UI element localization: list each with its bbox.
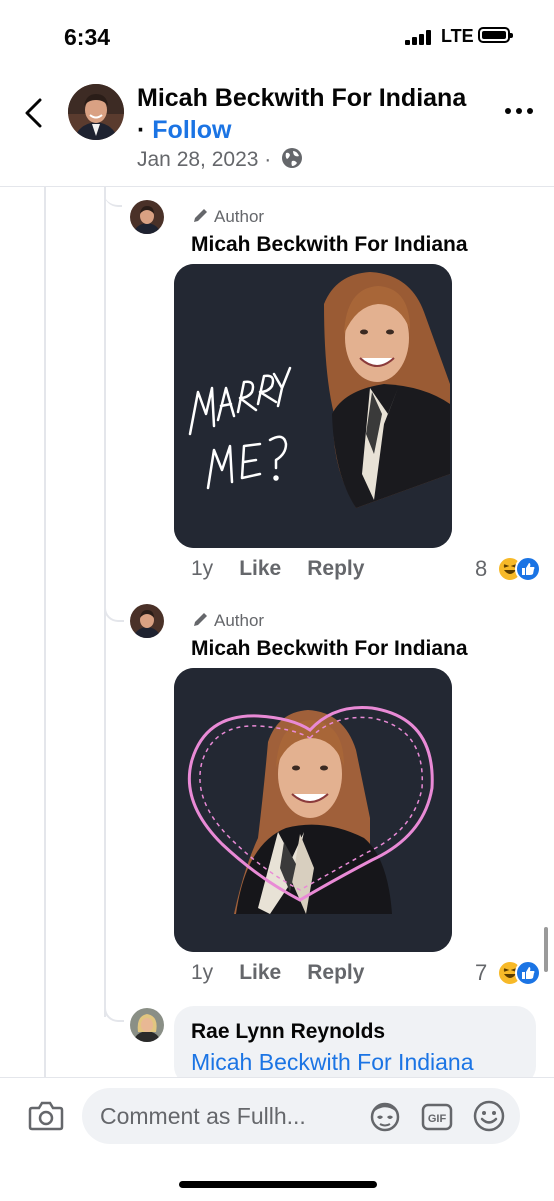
author-badge-label: Author [214, 207, 265, 226]
comment-image[interactable] [174, 264, 452, 548]
more-options-button[interactable] [505, 108, 535, 116]
author-badge-label: Author [214, 611, 265, 630]
comment-author[interactable]: Micah Beckwith For Indiana [191, 637, 468, 661]
like-reaction-icon [515, 556, 541, 582]
like-button[interactable]: Like [239, 961, 281, 984]
date-separator: · [264, 148, 272, 171]
gif-icon[interactable]: GIF [420, 1100, 454, 1134]
status-bar: 6:34 LTE [0, 0, 554, 74]
reaction-icons[interactable] [497, 556, 541, 582]
separator-dot: · [137, 116, 146, 144]
scrollbar[interactable] [544, 927, 548, 972]
reaction-icons[interactable] [497, 960, 541, 986]
comment-avatar[interactable] [130, 604, 164, 638]
comment-avatar[interactable] [130, 1008, 164, 1042]
comment-age: 1y [191, 557, 214, 580]
comment-age: 1y [191, 961, 214, 984]
page-name[interactable]: Micah Beckwith For Indiana [137, 84, 466, 112]
pencil-icon [194, 613, 207, 626]
page-avatar[interactable] [68, 84, 124, 140]
comment-actions: 1y Like Reply [191, 557, 364, 581]
network-label: LTE [441, 26, 474, 46]
comment-actions: 1y Like Reply [191, 961, 364, 985]
battery-icon [478, 27, 513, 43]
comment-image[interactable] [174, 668, 452, 952]
home-indicator[interactable] [179, 1181, 377, 1188]
thread-elbow [104, 187, 122, 207]
signal-icon [405, 29, 435, 45]
reaction-count[interactable]: 7 [475, 960, 487, 986]
reply-button[interactable]: Reply [307, 557, 364, 580]
post-header: Micah Beckwith For Indiana · Follow Jan … [0, 74, 554, 187]
avatar-sticker-icon[interactable] [368, 1100, 402, 1134]
author-badge: Author [192, 610, 264, 631]
comment-author[interactable]: Micah Beckwith For Indiana [191, 233, 468, 257]
pencil-icon [194, 209, 207, 222]
thread-elbow [104, 1000, 124, 1022]
like-reaction-icon [515, 960, 541, 986]
thread-elbow [104, 600, 124, 622]
svg-text:GIF: GIF [428, 1113, 447, 1125]
post-date-text[interactable]: Jan 28, 2023 [137, 148, 258, 171]
post-date: Jan 28, 2023 · [137, 147, 303, 172]
comment-input[interactable] [82, 1088, 520, 1144]
author-badge: Author [192, 206, 264, 227]
chevron-left-icon [25, 98, 42, 128]
reply-button[interactable]: Reply [307, 961, 364, 984]
thread-line [44, 187, 46, 1077]
globe-icon [282, 148, 303, 168]
comment-bubble[interactable]: Rae Lynn Reynolds Micah Beckwith For Ind… [174, 1006, 536, 1086]
emoji-icon[interactable] [472, 1099, 506, 1133]
follow-button[interactable]: Follow [152, 116, 231, 144]
like-button[interactable]: Like [239, 557, 281, 580]
back-button[interactable] [22, 96, 46, 130]
mention-link[interactable]: Micah Beckwith For Indiana [191, 1049, 474, 1076]
camera-icon[interactable] [28, 1100, 64, 1132]
status-time: 6:34 [64, 24, 111, 50]
comment-author[interactable]: Rae Lynn Reynolds [191, 1020, 385, 1044]
comment-avatar[interactable] [130, 200, 164, 234]
page-title: Micah Beckwith For Indiana · Follow [137, 82, 477, 146]
reaction-count[interactable]: 8 [475, 556, 487, 582]
